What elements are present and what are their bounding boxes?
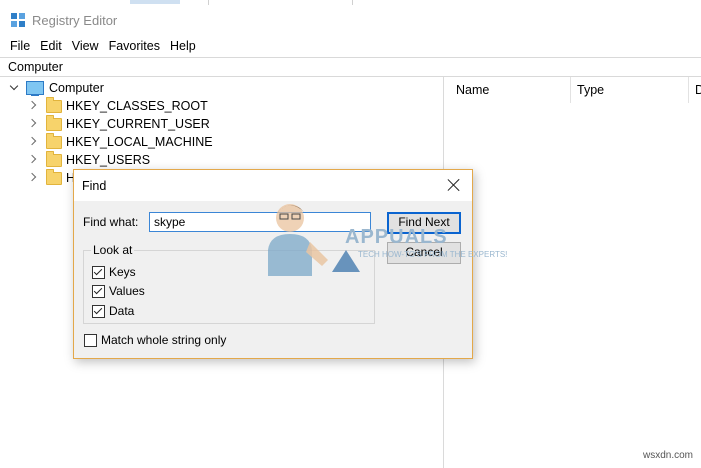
folder-icon xyxy=(46,150,62,167)
tree-item-label: HKEY_LOCAL_MACHINE xyxy=(66,135,213,149)
checkbox-checked-icon[interactable] xyxy=(92,284,105,298)
checkbox-label: Data xyxy=(109,304,135,318)
column-header-type[interactable]: Type xyxy=(577,83,604,97)
menu-view[interactable]: View xyxy=(67,39,104,53)
tree-item-label: HKEY_USERS xyxy=(66,153,151,167)
address-path: Computer xyxy=(8,60,63,74)
column-divider[interactable] xyxy=(688,77,689,103)
chevron-right-icon[interactable] xyxy=(28,137,38,147)
checkbox-label: Keys xyxy=(109,265,136,279)
folder-icon xyxy=(46,114,62,131)
tree-item-label: HKEY_CURRENT_USER xyxy=(66,117,210,131)
tree-item-label: HKEY_CLASSES_ROOT xyxy=(66,99,208,113)
watermark-tagline: TECH HOW-TO'S FROM THE EXPERTS! xyxy=(358,250,508,259)
checkbox-label: Values xyxy=(109,284,145,298)
menu-help[interactable]: Help xyxy=(165,39,201,53)
tree-item-label: Computer xyxy=(49,81,104,95)
chevron-right-icon[interactable] xyxy=(28,119,38,129)
match-whole-string-checkbox[interactable]: Match whole string only xyxy=(84,333,226,347)
tree-item-hkey-local-machine[interactable]: HKEY_LOCAL_MACHINE xyxy=(28,132,213,151)
dialog-title: Find xyxy=(82,179,107,193)
site-watermark: wsxdn.com xyxy=(643,450,694,461)
computer-icon xyxy=(26,81,44,96)
find-what-label: Find what: xyxy=(83,215,139,229)
chevron-right-icon[interactable] xyxy=(28,155,38,165)
keys-checkbox[interactable]: Keys xyxy=(92,265,136,279)
menu-edit[interactable]: Edit xyxy=(35,39,67,53)
look-at-label: Look at xyxy=(91,243,135,257)
address-bar[interactable]: Computer xyxy=(0,57,701,77)
background-window-edge xyxy=(352,0,353,5)
background-window-edge xyxy=(130,0,180,4)
tree-item-hkey-classes-root[interactable]: HKEY_CLASSES_ROOT xyxy=(28,96,208,115)
folder-icon xyxy=(46,132,62,149)
menu-bar: File Edit View Favorites Help xyxy=(0,36,701,56)
chevron-down-icon[interactable] xyxy=(10,83,20,93)
data-checkbox[interactable]: Data xyxy=(92,304,134,318)
menu-favorites[interactable]: Favorites xyxy=(104,39,165,53)
tree-item-computer[interactable]: Computer xyxy=(10,79,104,97)
checkbox-unchecked-icon[interactable] xyxy=(84,333,97,347)
chevron-right-icon[interactable] xyxy=(28,101,38,111)
menu-file[interactable]: File xyxy=(5,39,35,53)
values-list-pane[interactable]: Name Type D xyxy=(444,77,701,468)
checkbox-label: Match whole string only xyxy=(101,333,227,347)
checkbox-checked-icon[interactable] xyxy=(92,304,105,318)
chevron-right-icon[interactable] xyxy=(28,173,38,183)
window-title: Registry Editor xyxy=(32,13,118,28)
values-checkbox[interactable]: Values xyxy=(92,284,145,298)
column-header-name[interactable]: Name xyxy=(456,83,489,97)
column-divider[interactable] xyxy=(570,77,571,103)
folder-icon xyxy=(46,168,62,185)
tree-item-hkey-users[interactable]: HKEY_USERS xyxy=(28,150,151,169)
background-window-edge xyxy=(208,0,209,5)
checkbox-checked-icon[interactable] xyxy=(92,265,105,279)
watermark-brand: APPUALS xyxy=(345,226,448,248)
column-header-data[interactable]: D xyxy=(695,83,701,97)
tree-item-hkey-current-user[interactable]: HKEY_CURRENT_USER xyxy=(28,114,210,133)
folder-icon xyxy=(46,96,62,113)
registry-editor-icon xyxy=(11,13,25,27)
